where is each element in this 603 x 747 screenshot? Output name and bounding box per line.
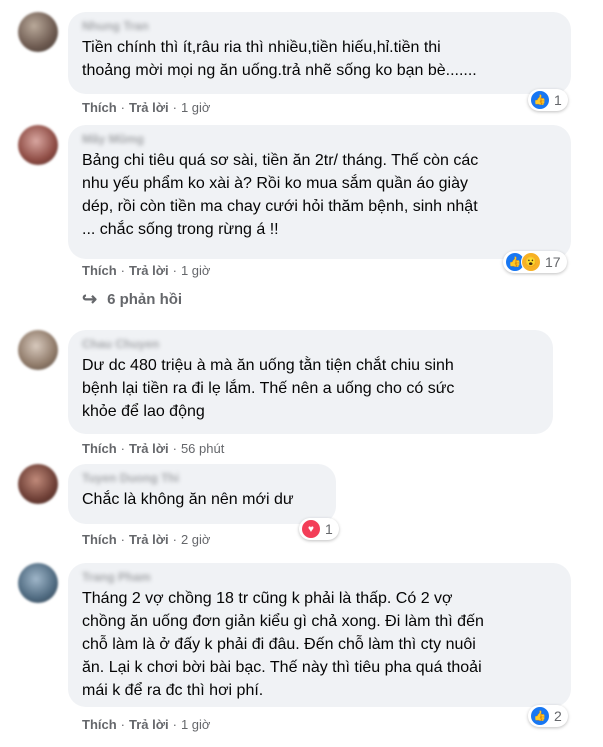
reaction-count: 2 (554, 708, 562, 724)
comment-time[interactable]: 2 giờ (181, 532, 211, 547)
avatar[interactable] (18, 125, 58, 165)
comment-bubble: Chau Chuyen Dư dc 480 triệu à mà ăn uống… (68, 330, 553, 434)
like-button[interactable]: Thích (82, 100, 117, 115)
like-icon: 👍 (530, 706, 550, 726)
wow-icon: 😮 (521, 252, 541, 272)
comment-text: Dư dc 480 triệu à mà ăn uống tằn tiện ch… (82, 357, 455, 420)
comment-text: Tháng 2 vợ chồng 18 tr cũng k phải là th… (82, 590, 484, 699)
reaction-summary[interactable]: ♥ 1 (299, 518, 339, 540)
comment-time[interactable]: 1 giờ (181, 100, 211, 115)
avatar[interactable] (18, 330, 58, 370)
comment-author[interactable]: Chau Chuyen (82, 336, 541, 352)
comment-bubble: Mãy Mũmg Bảng chi tiêu quá sơ sài, tiền … (68, 125, 571, 259)
comment-time[interactable]: 1 giờ (181, 263, 211, 278)
reaction-count: 1 (554, 92, 562, 108)
like-button[interactable]: Thích (82, 717, 117, 732)
reply-button[interactable]: Trả lời (129, 532, 169, 547)
reply-button[interactable]: Trả lời (129, 263, 169, 278)
comment-actions: Thích · Trả lời · 1 giờ (82, 717, 211, 732)
comment-text: Bảng chi tiêu quá sơ sài, tiền ăn 2tr/ t… (82, 152, 479, 238)
reply-button[interactable]: Trả lời (129, 441, 169, 456)
avatar[interactable] (18, 12, 58, 52)
comment-author[interactable]: Nhung Tran (82, 18, 559, 34)
view-replies-link[interactable]: ↪ 6 phản hồi (82, 289, 182, 310)
comment-actions: Thích · Trả lời · 56 phút (82, 441, 225, 456)
comment-actions: Thích · Trả lời · 1 giờ (82, 100, 211, 115)
comment-text: Chắc là không ăn nên mới dư (82, 491, 294, 508)
comment-author[interactable]: Tuyen Duong Thi (82, 470, 324, 486)
love-icon: ♥ (301, 519, 321, 539)
comment-author[interactable]: Mãy Mũmg (82, 131, 559, 147)
comment-actions: Thích · Trả lời · 1 giờ (82, 263, 211, 278)
like-button[interactable]: Thích (82, 263, 117, 278)
reaction-summary[interactable]: 👍 😮 17 (503, 251, 567, 273)
comment-bubble: Trang Pham Tháng 2 vợ chồng 18 tr cũng k… (68, 563, 571, 707)
reply-button[interactable]: Trả lời (129, 100, 169, 115)
avatar[interactable] (18, 464, 58, 504)
reaction-count: 1 (325, 521, 333, 537)
comment-author[interactable]: Trang Pham (82, 569, 559, 585)
comment-actions: Thích · Trả lời · 2 giờ (82, 532, 211, 547)
reaction-count: 17 (545, 254, 561, 270)
comment-time[interactable]: 1 giờ (181, 717, 211, 732)
comment-bubble: Tuyen Duong Thi Chắc là không ăn nên mới… (68, 464, 336, 524)
like-button[interactable]: Thích (82, 441, 117, 456)
replies-count: 6 phản hồi (107, 291, 183, 308)
comment-text: Tiền chính thì ít,râu ria thì nhiều,tiền… (82, 39, 477, 79)
like-button[interactable]: Thích (82, 532, 117, 547)
reaction-summary[interactable]: 👍 1 (528, 89, 568, 111)
reply-arrow-icon: ↪ (82, 289, 98, 309)
like-icon: 👍 (530, 90, 550, 110)
reaction-summary[interactable]: 👍 2 (528, 705, 568, 727)
avatar[interactable] (18, 563, 58, 603)
reply-button[interactable]: Trả lời (129, 717, 169, 732)
comment-time[interactable]: 56 phút (181, 441, 224, 456)
comment-bubble: Nhung Tran Tiền chính thì ít,râu ria thì… (68, 12, 571, 94)
